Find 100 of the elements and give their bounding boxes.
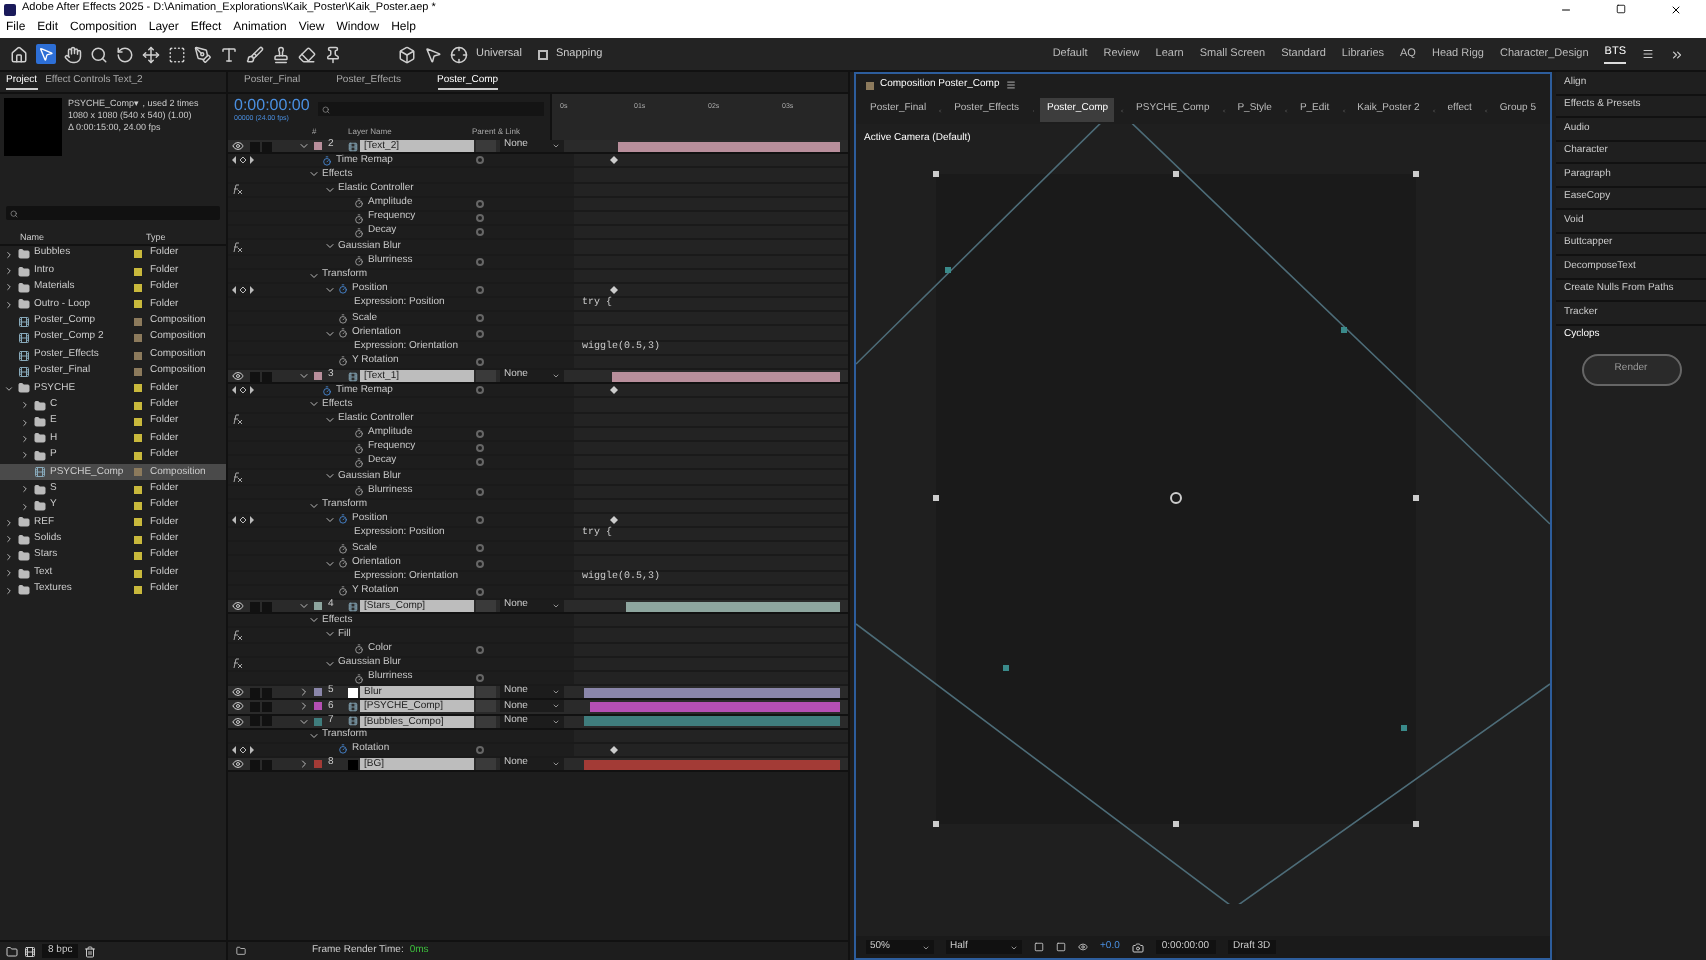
solo-switch[interactable]	[250, 701, 260, 712]
label-swatch[interactable]	[134, 569, 142, 578]
stopwatch-icon[interactable]	[338, 558, 348, 569]
layer-duration-bar[interactable]	[626, 601, 840, 612]
stopwatch-icon[interactable]	[354, 198, 364, 209]
timecode-display[interactable]: 0:00:00:00	[234, 96, 310, 114]
stopwatch-icon[interactable]	[322, 155, 332, 166]
search-field[interactable]	[6, 206, 220, 220]
label-swatch[interactable]	[134, 267, 142, 276]
home-icon[interactable]	[10, 45, 28, 63]
label-swatch[interactable]	[314, 142, 322, 151]
grid-icon[interactable]	[1056, 942, 1066, 952]
selection-tool-icon[interactable]	[36, 44, 56, 64]
eraser-icon[interactable]	[298, 45, 316, 63]
rotate-icon[interactable]	[116, 45, 134, 63]
type-icon[interactable]	[220, 45, 238, 63]
pick-whip-icon[interactable]	[476, 745, 484, 754]
pin-icon[interactable]	[324, 45, 342, 63]
zoom-icon[interactable]	[90, 45, 108, 63]
visibility-eye-icon[interactable]	[232, 715, 244, 728]
solo-switch[interactable]	[250, 687, 260, 698]
visibility-eye-icon[interactable]	[232, 370, 244, 383]
pick-whip-icon[interactable]	[476, 156, 484, 165]
stopwatch-icon[interactable]	[354, 673, 364, 684]
stopwatch-icon[interactable]	[338, 356, 348, 367]
pen-icon[interactable]	[194, 45, 212, 63]
pick-whip-icon[interactable]	[476, 386, 484, 395]
stopwatch-icon[interactable]	[338, 543, 348, 554]
solo-switch[interactable]	[250, 601, 260, 612]
switches-cell[interactable]	[476, 700, 496, 713]
stopwatch-icon[interactable]	[338, 328, 348, 339]
keyframe-navigator-icon[interactable]	[232, 745, 254, 754]
channel-icon[interactable]	[1078, 942, 1088, 952]
solo-switch[interactable]	[250, 141, 260, 152]
keyframe-navigator-icon[interactable]	[232, 156, 254, 165]
stopwatch-icon[interactable]	[338, 514, 348, 525]
pick-whip-icon[interactable]	[476, 645, 484, 654]
brush-icon[interactable]	[246, 45, 264, 63]
label-swatch[interactable]	[134, 300, 142, 309]
layer-duration-bar[interactable]	[612, 371, 840, 382]
switches-cell[interactable]	[476, 140, 496, 153]
minimize-icon[interactable]	[1560, 3, 1572, 15]
lock-switch[interactable]	[262, 687, 272, 698]
label-swatch[interactable]	[314, 760, 322, 769]
label-swatch[interactable]	[134, 384, 142, 393]
pointer-icon[interactable]	[424, 45, 442, 63]
lock-switch[interactable]	[262, 371, 272, 382]
stopwatch-icon[interactable]	[338, 586, 348, 597]
switches-cell[interactable]	[476, 758, 496, 771]
stopwatch-icon[interactable]	[338, 744, 348, 755]
close-icon[interactable]	[1670, 3, 1682, 15]
stopwatch-icon[interactable]	[354, 443, 364, 454]
crosshair-icon[interactable]	[450, 45, 468, 63]
trash-icon[interactable]	[84, 945, 97, 957]
snapping-checkbox[interactable]	[537, 49, 548, 59]
stopwatch-icon[interactable]	[354, 227, 364, 238]
stopwatch-icon[interactable]	[354, 457, 364, 468]
rectangle-tool-icon[interactable]	[168, 45, 186, 63]
switches-cell[interactable]	[476, 686, 496, 699]
keyframe-navigator-icon[interactable]	[232, 285, 254, 294]
stopwatch-icon[interactable]	[354, 428, 364, 439]
pick-whip-icon[interactable]	[476, 674, 484, 683]
stopwatch-icon[interactable]	[354, 486, 364, 497]
hand-icon[interactable]	[64, 45, 82, 63]
stopwatch-icon[interactable]	[354, 256, 364, 267]
label-swatch[interactable]	[134, 468, 142, 477]
lock-switch[interactable]	[262, 701, 272, 712]
solo-switch[interactable]	[250, 716, 260, 727]
label-swatch[interactable]	[134, 535, 142, 544]
switches-cell[interactable]	[476, 370, 496, 383]
keyframe-navigator-icon[interactable]	[232, 515, 254, 524]
pick-whip-icon[interactable]	[476, 487, 484, 496]
label-swatch[interactable]	[134, 586, 142, 594]
label-swatch[interactable]	[134, 552, 142, 561]
label-swatch[interactable]	[134, 434, 142, 443]
lock-switch[interactable]	[262, 141, 272, 152]
stopwatch-icon[interactable]	[354, 644, 364, 655]
label-swatch[interactable]	[314, 372, 322, 381]
lock-switch[interactable]	[262, 601, 272, 612]
label-swatch[interactable]	[134, 250, 142, 259]
layer-search-field[interactable]	[317, 102, 544, 116]
label-swatch[interactable]	[134, 334, 142, 343]
visibility-eye-icon[interactable]	[232, 140, 244, 153]
label-swatch[interactable]	[134, 317, 142, 326]
stopwatch-icon[interactable]	[338, 284, 348, 295]
new-comp-icon[interactable]	[24, 945, 36, 957]
new-folder-icon[interactable]	[6, 945, 18, 957]
layer-duration-bar[interactable]	[584, 716, 840, 727]
pick-whip-icon[interactable]	[476, 587, 484, 596]
pick-whip-icon[interactable]	[476, 357, 484, 366]
folder-icon[interactable]	[236, 946, 246, 956]
label-swatch[interactable]	[134, 502, 142, 511]
visibility-eye-icon[interactable]	[232, 686, 244, 699]
stopwatch-icon[interactable]	[322, 385, 332, 396]
lock-switch[interactable]	[262, 759, 272, 770]
layer-duration-bar[interactable]	[590, 701, 840, 712]
label-swatch[interactable]	[134, 485, 142, 494]
pick-whip-icon[interactable]	[476, 515, 484, 524]
pick-whip-icon[interactable]	[476, 257, 484, 266]
move-icon[interactable]	[142, 45, 160, 63]
